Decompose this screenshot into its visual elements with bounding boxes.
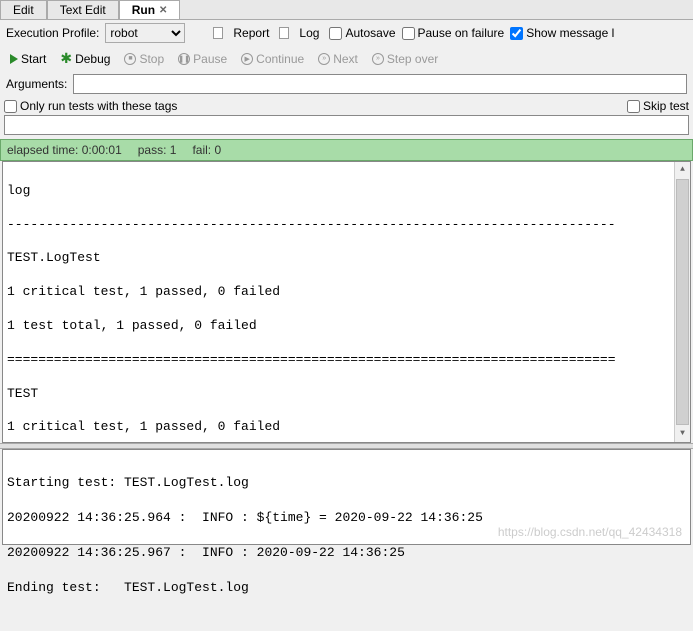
tab-label: Text Edit — [60, 3, 106, 17]
tab-text-edit[interactable]: Text Edit — [47, 0, 119, 19]
stepover-icon: » — [372, 53, 384, 65]
output-sep: ----------------------------------------… — [7, 217, 686, 234]
pause-on-failure-label: Pause on failure — [418, 26, 505, 40]
show-message-label: Show message l — [526, 26, 614, 40]
output-line: 1 critical test, 1 passed, 0 failed — [7, 419, 686, 436]
toolbar-profile: Execution Profile: robot Report Log Auto… — [0, 20, 693, 46]
message-line: Starting test: TEST.LogTest.log — [7, 474, 686, 492]
tags-row: Only run tests with these tags Skip test — [0, 97, 693, 115]
output-line: TEST — [7, 386, 686, 403]
autosave-checkbox[interactable]: Autosave — [329, 26, 395, 40]
report-icon — [213, 27, 223, 39]
log-button[interactable]: Log — [295, 25, 323, 41]
show-message-checkbox[interactable]: Show message l — [510, 26, 614, 40]
play-icon — [10, 54, 18, 64]
only-tags-label: Only run tests with these tags — [20, 99, 177, 113]
tags-input[interactable] — [4, 115, 689, 135]
status-pass: pass: 1 — [138, 143, 177, 157]
execution-profile-select[interactable]: robot — [105, 23, 185, 43]
autosave-input[interactable] — [329, 27, 342, 40]
output-sep: ========================================… — [7, 352, 686, 369]
tab-run[interactable]: Run ✕ — [119, 0, 181, 19]
log-icon — [279, 27, 289, 39]
tags-input-row — [0, 115, 693, 139]
stepover-button[interactable]: » Step over — [368, 51, 442, 67]
output-pane: log ------------------------------------… — [2, 161, 691, 443]
tab-edit[interactable]: Edit — [0, 0, 47, 19]
stop-button[interactable]: ■ Stop — [120, 51, 168, 67]
execution-profile-label: Execution Profile: — [6, 26, 99, 40]
scrollbar-vertical[interactable]: ▲ ▼ — [674, 162, 690, 442]
arguments-label: Arguments: — [6, 77, 67, 91]
skip-tests-checkbox[interactable] — [627, 100, 640, 113]
pause-on-failure-input[interactable] — [402, 27, 415, 40]
bug-icon: ✱ — [60, 50, 72, 67]
stop-icon: ■ — [124, 53, 136, 65]
close-icon[interactable]: ✕ — [159, 5, 167, 16]
arguments-row: Arguments: — [0, 71, 693, 97]
only-tags-checkbox[interactable] — [4, 100, 17, 113]
output-line: log — [7, 183, 686, 200]
tab-label: Run — [132, 3, 155, 17]
arguments-input[interactable] — [73, 74, 687, 94]
report-button[interactable]: Report — [229, 25, 273, 41]
next-icon: » — [318, 53, 330, 65]
status-bar: elapsed time: 0:00:01 pass: 1 fail: 0 — [0, 139, 693, 161]
tab-label: Edit — [13, 3, 34, 17]
toolbar-run: Start ✱ Debug ■ Stop ❚❚ Pause ▶ Continue… — [0, 46, 693, 71]
scroll-down-icon[interactable]: ▼ — [675, 426, 690, 442]
debug-button[interactable]: ✱ Debug — [56, 49, 114, 68]
tab-bar: Edit Text Edit Run ✕ — [0, 0, 693, 20]
pause-on-failure-checkbox[interactable]: Pause on failure — [402, 26, 505, 40]
skip-tests-label: Skip test — [643, 99, 689, 113]
watermark: https://blog.csdn.net/qq_42434318 — [498, 524, 682, 540]
scroll-up-icon[interactable]: ▲ — [675, 162, 690, 178]
output-line: 1 critical test, 1 passed, 0 failed — [7, 284, 686, 301]
pause-button[interactable]: ❚❚ Pause — [174, 51, 231, 67]
output-line: 1 test total, 1 passed, 0 failed — [7, 318, 686, 335]
show-message-input[interactable] — [510, 27, 523, 40]
status-fail: fail: 0 — [192, 143, 221, 157]
autosave-label: Autosave — [345, 26, 395, 40]
scroll-thumb[interactable] — [676, 179, 689, 425]
message-line: 20200922 14:36:25.967 : INFO : 2020-09-2… — [7, 544, 686, 562]
message-pane: Starting test: TEST.LogTest.log 20200922… — [2, 449, 691, 545]
start-button[interactable]: Start — [6, 51, 50, 67]
pause-icon: ❚❚ — [178, 53, 190, 65]
status-elapsed: elapsed time: 0:00:01 — [7, 143, 122, 157]
continue-icon: ▶ — [241, 53, 253, 65]
next-button[interactable]: » Next — [314, 51, 362, 67]
continue-button[interactable]: ▶ Continue — [237, 51, 308, 67]
message-line: Ending test: TEST.LogTest.log — [7, 579, 686, 597]
output-line: TEST.LogTest — [7, 250, 686, 267]
